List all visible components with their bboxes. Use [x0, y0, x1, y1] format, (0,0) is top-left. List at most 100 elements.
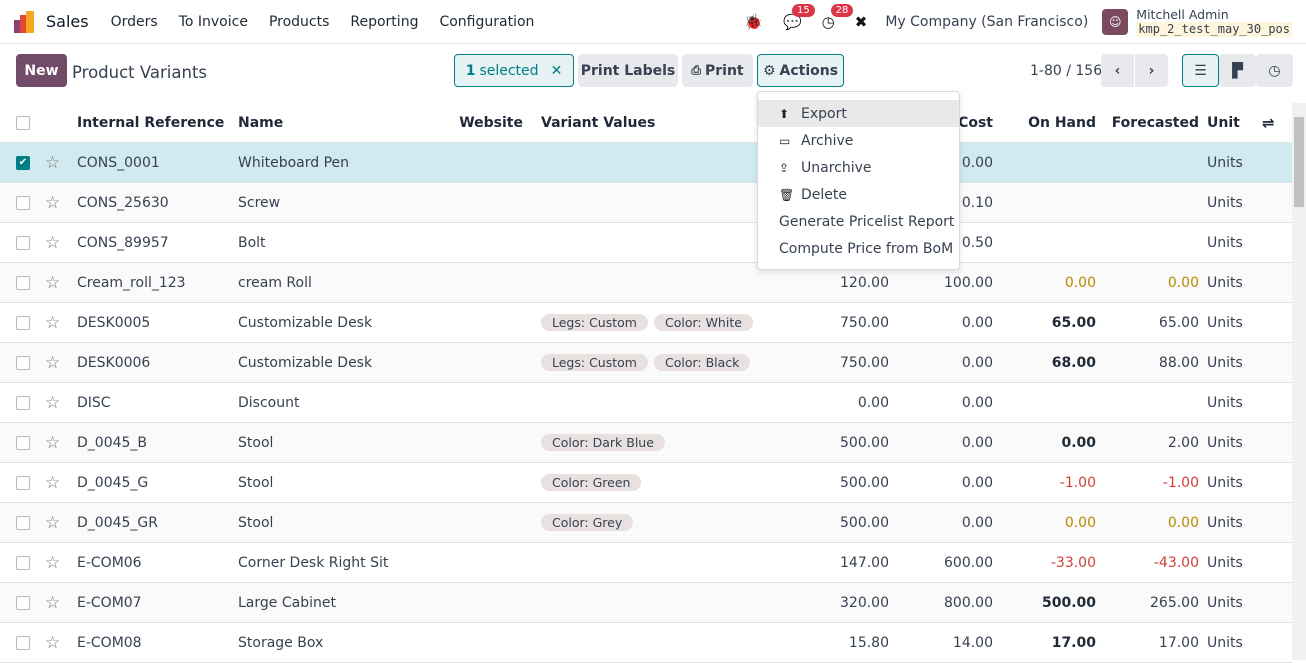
actions-dropdown-menu: ⬆ Export ▭ Archive ⇪ Unarchive 🗑 Delete Generate… — [757, 91, 960, 270]
vertical-scrollbar[interactable] — [1292, 103, 1306, 660]
column-internal-reference[interactable]: Internal Reference — [77, 115, 238, 131]
selection-badge[interactable]: 1 selected ✕ — [454, 54, 574, 87]
cost-cell: 0.00 — [961, 474, 993, 491]
row-checkbox[interactable]: ✔ — [16, 155, 30, 170]
optional-columns-toggle-icon[interactable]: ⇌ — [1262, 114, 1292, 132]
column-website[interactable]: Website — [443, 115, 531, 131]
table-row[interactable]: ✔ ☆ CONS_0001 Whiteboard Pen 0.00 Units — [0, 143, 1292, 183]
table-row[interactable]: ☆ CONS_89957 Bolt 0.50 Units — [0, 223, 1292, 263]
row-checkbox[interactable] — [16, 195, 30, 210]
table-row[interactable]: ☆ E-COM07 Large Cabinet 320.00 800.00 50… — [0, 583, 1292, 623]
table-row[interactable]: ☆ D_0045_G Stool Color: Green 500.00 0.0… — [0, 463, 1292, 503]
row-checkbox[interactable] — [16, 515, 30, 530]
column-variant-values[interactable]: Variant Values — [531, 115, 761, 131]
action-menu-item-archive[interactable]: ▭ Archive — [758, 127, 959, 154]
unit-cell: Units — [1207, 314, 1243, 331]
menu-products[interactable]: Products — [269, 14, 329, 30]
star-icon[interactable]: ☆ — [45, 393, 77, 413]
sales-app-logo[interactable] — [14, 10, 36, 33]
table-row[interactable]: ☆ E-COM08 Storage Box 15.80 14.00 17.00 … — [0, 623, 1292, 663]
action-menu-item-export[interactable]: ⬆ Export — [758, 100, 959, 127]
pager-next-button[interactable]: › — [1135, 54, 1168, 87]
table-row[interactable]: ☆ DISC Discount 0.00 0.00 Units — [0, 383, 1292, 423]
pager-value[interactable]: 1-80 / 156 — [1030, 63, 1102, 79]
tools-icon[interactable]: ✖ — [855, 13, 868, 31]
avatar[interactable]: ☺ — [1102, 8, 1129, 35]
action-menu-item-compute-price-from-bom[interactable]: Compute Price from BoM — [758, 235, 959, 262]
actions-button[interactable]: ⚙ Actions — [757, 54, 844, 87]
row-checkbox[interactable] — [16, 475, 30, 490]
debug-bug-icon[interactable]: 🐞 — [744, 13, 763, 31]
column-on-hand[interactable]: On Hand — [1001, 115, 1104, 131]
star-icon[interactable]: ☆ — [45, 433, 77, 453]
menu-reporting[interactable]: Reporting — [350, 14, 418, 30]
menu-item-label: Delete — [801, 186, 847, 203]
table-row[interactable]: ☆ CONS_25630 Screw 0.10 Units — [0, 183, 1292, 223]
app-name[interactable]: Sales — [46, 12, 89, 31]
pager-previous-button[interactable]: ‹ — [1101, 54, 1134, 87]
action-menu-item-generate-pricelist-report[interactable]: Generate Pricelist Report — [758, 208, 959, 235]
variant-values-cell: Color: Dark Blue — [531, 434, 761, 451]
name-cell: Bolt — [238, 234, 266, 251]
star-icon[interactable]: ☆ — [45, 233, 77, 253]
table-row[interactable]: ☆ Cream_roll_123 cream Roll 120.00 100.0… — [0, 263, 1292, 303]
row-checkbox[interactable] — [16, 315, 30, 330]
row-checkbox[interactable] — [16, 435, 30, 450]
column-name[interactable]: Name — [238, 115, 443, 131]
forecasted-cell: 265.00 — [1150, 594, 1199, 611]
print-button[interactable]: ⎙ Print — [682, 54, 753, 87]
star-icon[interactable]: ☆ — [45, 273, 77, 293]
action-menu-item-unarchive[interactable]: ⇪ Unarchive — [758, 154, 959, 181]
on-hand-cell: 68.00 — [1051, 354, 1096, 371]
product-variants-table: Internal Reference Name Website Variant … — [0, 103, 1292, 663]
table-row[interactable]: ☆ D_0045_GR Stool Color: Grey 500.00 0.0… — [0, 503, 1292, 543]
user-menu[interactable]: Mitchell Admin kmp_2_test_may_30_pos — [1136, 7, 1292, 37]
star-icon[interactable]: ☆ — [45, 193, 77, 213]
scrollbar-thumb[interactable] — [1294, 117, 1304, 207]
table-row[interactable]: ☆ DESK0005 Customizable Desk Legs: Custo… — [0, 303, 1292, 343]
star-icon[interactable]: ☆ — [45, 353, 77, 373]
table-row[interactable]: ☆ D_0045_B Stool Color: Dark Blue 500.00… — [0, 423, 1292, 463]
star-icon[interactable]: ☆ — [45, 153, 77, 173]
star-icon[interactable]: ☆ — [45, 553, 77, 573]
company-switcher[interactable]: My Company (San Francisco) — [885, 14, 1088, 30]
activity-view-button[interactable]: ◷ — [1256, 54, 1293, 87]
star-icon[interactable]: ☆ — [45, 593, 77, 613]
table-row[interactable]: ☆ E-COM06 Corner Desk Right Sit 147.00 6… — [0, 543, 1292, 583]
close-icon[interactable]: ✕ — [551, 63, 563, 79]
row-checkbox[interactable] — [16, 635, 30, 650]
star-icon[interactable]: ☆ — [45, 513, 77, 533]
table-row[interactable]: ☆ DESK0006 Customizable Desk Legs: Custo… — [0, 343, 1292, 383]
star-icon[interactable]: ☆ — [45, 473, 77, 493]
row-checkbox[interactable] — [16, 275, 30, 290]
chevron-left-icon: ‹ — [1114, 62, 1121, 79]
row-checkbox[interactable] — [16, 595, 30, 610]
row-checkbox[interactable] — [16, 395, 30, 410]
price-cell: 15.80 — [848, 634, 889, 651]
column-unit[interactable]: Unit — [1207, 115, 1262, 131]
messages-icon[interactable]: 💬 15 — [783, 3, 815, 31]
column-forecasted[interactable]: Forecasted — [1104, 115, 1207, 131]
unit-cell: Units — [1207, 514, 1243, 531]
list-view-button[interactable]: ☰ — [1182, 54, 1219, 87]
selected-label: selected — [479, 62, 539, 79]
row-checkbox[interactable] — [16, 555, 30, 570]
kanban-view-button[interactable]: ▛ — [1219, 54, 1256, 87]
name-cell: Storage Box — [238, 634, 324, 651]
internal-reference-cell: D_0045_GR — [77, 514, 158, 531]
row-checkbox[interactable] — [16, 355, 30, 370]
new-button[interactable]: New — [16, 54, 67, 87]
star-icon[interactable]: ☆ — [45, 313, 77, 333]
action-menu-item-delete[interactable]: 🗑 Delete — [758, 181, 959, 208]
name-cell: Discount — [238, 394, 300, 411]
select-all-checkbox[interactable] — [16, 115, 30, 130]
activities-clock-icon[interactable]: ◷ 28 — [822, 3, 854, 31]
menu-orders[interactable]: Orders — [111, 14, 158, 30]
print-labels-button[interactable]: Print Labels — [578, 54, 678, 87]
menu-to-invoice[interactable]: To Invoice — [179, 14, 248, 30]
price-cell: 500.00 — [840, 434, 889, 451]
variant-values-cell: Color: Green — [531, 474, 761, 491]
menu-configuration[interactable]: Configuration — [439, 14, 534, 30]
star-icon[interactable]: ☆ — [45, 633, 77, 653]
row-checkbox[interactable] — [16, 235, 30, 250]
